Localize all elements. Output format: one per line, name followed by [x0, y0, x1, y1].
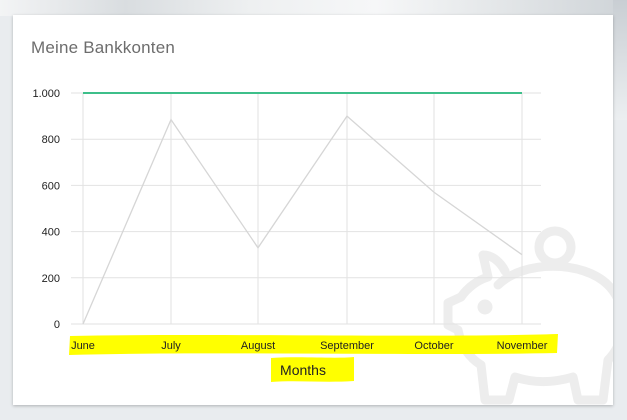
y-tick-label: 800: [42, 134, 60, 146]
y-tick-label: 200: [42, 273, 60, 285]
x-labels-highlight: [69, 334, 558, 355]
x-tick-label: November: [497, 340, 548, 352]
y-tick-label: 0: [54, 319, 60, 331]
x-tick-label: August: [241, 340, 275, 352]
y-tick-label: 400: [42, 227, 60, 239]
x-tick-label: September: [320, 340, 374, 352]
x-axis-title: Months: [280, 362, 326, 378]
series-line-1: [82, 115, 523, 325]
line-chart: 0 200 400 600 800 1.000 June July August Septembe…: [32, 88, 558, 382]
y-tick-label: 1.000: [32, 88, 60, 100]
background-right-strip: [613, 0, 627, 120]
bank-accounts-card: Meine Bankkonten 0 200 400 600 800 1.000 June J…: [13, 15, 613, 405]
background-top-strip: [0, 0, 627, 16]
x-tick-label: October: [414, 340, 453, 352]
y-tick-label: 600: [42, 180, 60, 192]
x-tick-label: June: [71, 340, 95, 352]
x-tick-label: July: [161, 340, 181, 352]
